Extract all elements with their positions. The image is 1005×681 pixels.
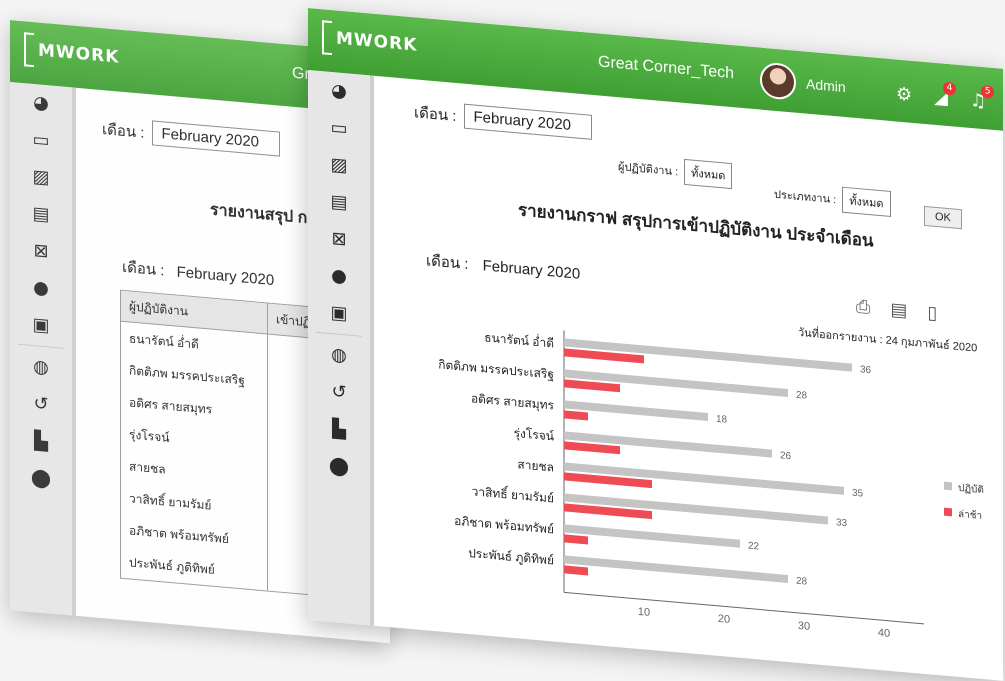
- bar-value-label: 26: [780, 450, 792, 462]
- category-label: ประพันธ์ ภูดิทิพย์: [468, 546, 554, 568]
- globe-icon[interactable]: ◍: [308, 334, 370, 376]
- monitor-icon[interactable]: ▭: [10, 119, 72, 161]
- bar-worked: [564, 555, 788, 583]
- month-label: เดือน :: [414, 103, 457, 125]
- category-label: รุ่งโรจน์: [514, 426, 555, 445]
- user-name[interactable]: Admin: [806, 76, 846, 95]
- calendar-x-icon[interactable]: ⊠: [308, 218, 370, 260]
- id-card-icon[interactable]: ▣: [308, 292, 370, 334]
- x-tick-label: 40: [878, 627, 890, 640]
- building-icon[interactable]: ▙: [308, 408, 370, 450]
- gear-icon[interactable]: ⚙: [896, 83, 912, 105]
- category-label: สายชล: [517, 457, 554, 474]
- bar-value-label: 18: [716, 414, 728, 426]
- calendar-x-icon[interactable]: ⊠: [10, 230, 72, 272]
- export-icons: ⎙ ▤ ▯: [856, 296, 937, 324]
- category-label: วาสิทธิ์ ยามรัมย์: [472, 482, 554, 505]
- x-tick-label: 30: [798, 620, 810, 633]
- category-label: อดิศร สายสมุทร: [471, 391, 555, 413]
- category-label: อภิชาต พร้อมทรัพย์: [454, 514, 554, 537]
- worker-filter-label: ผู้ปฏิบัติงาน :: [618, 161, 679, 179]
- history-icon[interactable]: ↺: [10, 383, 72, 425]
- type-select[interactable]: ทั้งหมด: [842, 186, 891, 217]
- monitor-icon[interactable]: ▭: [308, 107, 370, 149]
- printer-icon[interactable]: ⎙: [856, 296, 870, 318]
- report-month: เดือน : February 2020: [426, 248, 580, 285]
- report-month-value: February 2020: [176, 263, 275, 290]
- legend-label: ปฏิบัติงาน: [958, 483, 984, 498]
- bar-value-label: 33: [836, 517, 848, 529]
- legend-swatch: [944, 507, 952, 517]
- report-month: เดือน : February 2020: [122, 255, 274, 292]
- month-input[interactable]: February 2020: [464, 103, 593, 140]
- bar-value-label: 28: [796, 576, 808, 588]
- bar-late: [564, 410, 588, 421]
- alert-icon[interactable]: ●: [308, 255, 370, 297]
- calendar-icon[interactable]: ▤: [10, 193, 72, 235]
- avatar[interactable]: [760, 61, 796, 101]
- logo-text: MWORK: [336, 28, 418, 56]
- bar-late: [564, 565, 588, 576]
- report-month-value: February 2020: [482, 257, 581, 283]
- sidebar: ◕ ▭ ▨ ▤ ⊠ ● ▣ ◍ ↺ ▙ ⬤: [308, 70, 374, 626]
- worker-filter: ผู้ปฏิบัติงาน : ทั้งหมด: [618, 153, 733, 190]
- building-icon[interactable]: ▙: [10, 420, 72, 462]
- bell-icon[interactable]: ♫ 5: [970, 84, 995, 112]
- pdf-icon[interactable]: ▯: [927, 302, 937, 324]
- attendance-chart: ธนารัตน์ อ่ำดี 36 กิตติภพ มรรคประเสริฐ 28 อด…: [438, 328, 984, 640]
- excel-icon[interactable]: ▤: [890, 299, 907, 321]
- month-input[interactable]: February 2020: [152, 120, 281, 157]
- legend-swatch: [944, 481, 952, 491]
- category-label: ธนารัตน์ อ่ำดี: [484, 328, 554, 350]
- pie-chart-icon[interactable]: ◕: [308, 70, 370, 112]
- report-title: รายงานสรุป ก: [210, 201, 308, 228]
- id-card-icon[interactable]: ▣: [10, 304, 72, 346]
- sidebar: ◕ ▭ ▨ ▤ ⊠ ● ▣ ◍ ↺ ▙ ⬤: [10, 82, 76, 616]
- bar-worked: [564, 524, 740, 548]
- alert-icon[interactable]: ●: [10, 267, 72, 309]
- report-month-label: เดือน :: [426, 252, 469, 274]
- month-filter: เดือน : February 2020: [414, 99, 593, 140]
- front-report-panel: MWORK Great Corner_Tech Admin ⚙ ◢ 4 ♫ 5 ◕ ▭…: [308, 8, 1003, 681]
- bar-value-label: 28: [796, 390, 808, 402]
- worker-select[interactable]: ทั้งหมด: [684, 158, 733, 190]
- calendar-icon[interactable]: ▤: [308, 181, 370, 223]
- ok-button[interactable]: OK: [924, 205, 962, 230]
- image-icon[interactable]: ▨: [308, 144, 370, 186]
- image-icon[interactable]: ▨: [10, 156, 72, 198]
- bar-late: [564, 534, 588, 545]
- month-label: เดือน :: [102, 120, 145, 142]
- history-icon[interactable]: ↺: [308, 371, 370, 413]
- globe-icon[interactable]: ◍: [10, 346, 72, 388]
- location-pin-icon[interactable]: ⬤: [308, 445, 370, 487]
- logo: MWORK: [24, 31, 119, 75]
- type-filter: ประเภทงาน : ทั้งหมด: [774, 181, 891, 217]
- notification-badge: 5: [981, 84, 995, 100]
- notification-badge: 4: [942, 81, 956, 96]
- x-axis: [564, 591, 924, 625]
- megaphone-icon[interactable]: ◢ 4: [934, 81, 956, 109]
- pie-chart-icon[interactable]: ◕: [10, 82, 72, 124]
- location-pin-icon[interactable]: ⬤: [10, 457, 72, 499]
- x-tick-label: 10: [638, 606, 650, 619]
- report-month-label: เดือน :: [122, 258, 165, 280]
- top-icons: ⚙ ◢ 4 ♫ 5: [896, 81, 995, 112]
- month-filter: เดือน : February 2020: [102, 116, 281, 157]
- bar-value-label: 22: [748, 541, 760, 553]
- type-filter-label: ประเภทงาน :: [774, 188, 837, 207]
- user-menu[interactable]: Admin: [760, 61, 846, 105]
- legend-label: ล่าช้า: [958, 508, 982, 522]
- company-name: Great Corner_Tech: [598, 53, 735, 83]
- bar-value-label: 36: [860, 364, 872, 376]
- x-tick-label: 20: [718, 613, 730, 626]
- category-label: กิตติภพ มรรคประเสริฐ: [438, 357, 554, 381]
- logo: MWORK: [322, 19, 417, 63]
- bar-value-label: 35: [852, 488, 864, 500]
- logo-text: MWORK: [38, 40, 120, 68]
